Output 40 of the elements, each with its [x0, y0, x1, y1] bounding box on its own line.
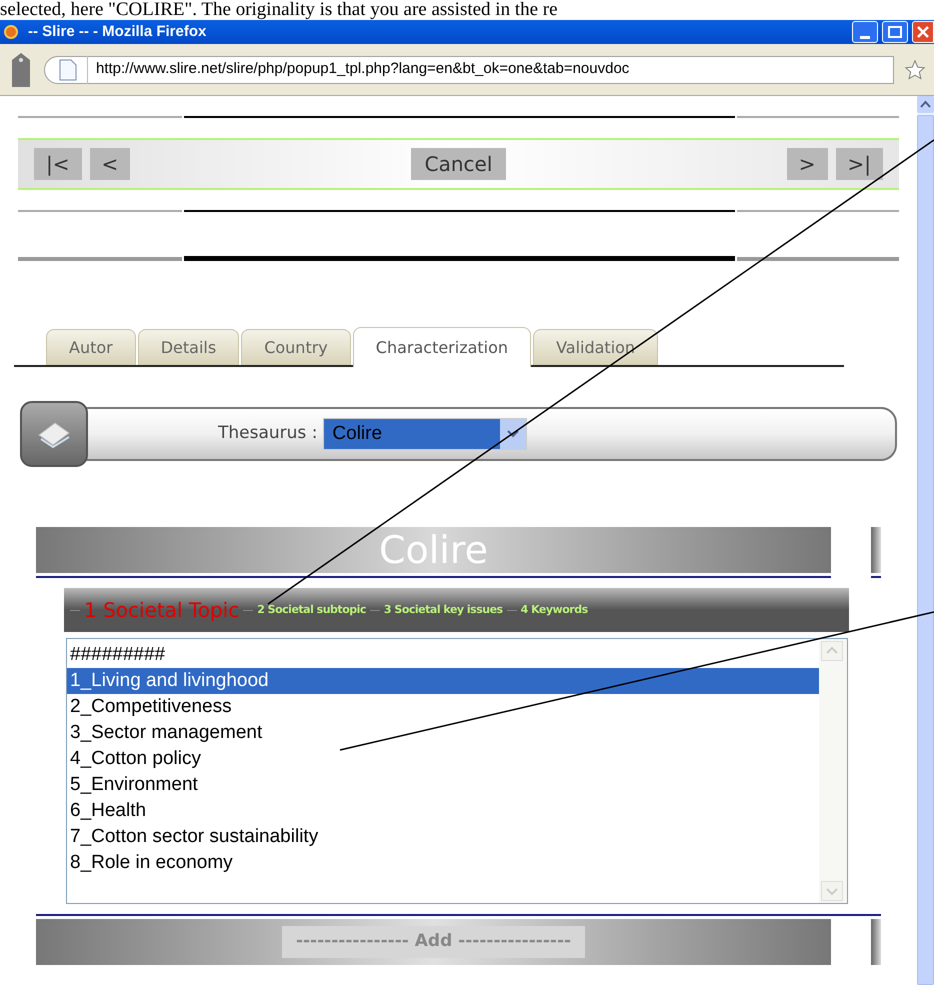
- tab[interactable]: Characterization: [352, 327, 532, 367]
- cancel-button[interactable]: Cancel: [410, 148, 506, 180]
- thesaurus-select[interactable]: Colire: [323, 418, 528, 450]
- window-title: -- Slire -- - Mozilla Firefox: [28, 24, 206, 40]
- dropdown-caret-icon: [507, 430, 520, 438]
- step-link[interactable]: 4 Keywords: [520, 602, 588, 618]
- star-icon[interactable]: [904, 58, 926, 80]
- step-link[interactable]: 2 Societal subtopic: [257, 602, 366, 618]
- nav-button[interactable]: >|: [836, 148, 884, 180]
- close-icon: [917, 26, 929, 38]
- thesaurus-label: Thesaurus :: [218, 422, 318, 446]
- list-item[interactable]: 2_Competitiveness: [67, 694, 819, 720]
- list-item[interactable]: 3_Sector management: [67, 720, 819, 746]
- nav-button[interactable]: <: [90, 148, 130, 180]
- maximize-button[interactable]: [882, 21, 908, 43]
- tab[interactable]: Autor: [46, 329, 136, 365]
- list-item[interactable]: 6_Health: [67, 798, 819, 824]
- scroll-up-icon[interactable]: [917, 96, 934, 113]
- address-field[interactable]: http://www.slire.net/slire/php/popup1_tpl.php?lang=en&bt_ok=one&tab=nouvdoc: [44, 56, 894, 84]
- list-item[interactable]: 8_Role in economy: [67, 850, 819, 876]
- close-button[interactable]: [912, 21, 934, 43]
- list-item[interactable]: 5_Environment: [67, 772, 819, 798]
- tab[interactable]: Country: [241, 329, 351, 365]
- firefox-logo-icon: [4, 25, 18, 39]
- nav-button[interactable]: >: [786, 148, 828, 180]
- url-text: http://www.slire.net/slire/php/popup1_tpl.php?lang=en&bt_ok=one&tab=nouvdoc: [96, 59, 630, 80]
- step-link[interactable]: 3 Societal key issues: [384, 602, 503, 618]
- list-item[interactable]: #########: [67, 642, 819, 668]
- list-item[interactable]: 4_Cotton policy: [67, 746, 819, 772]
- page-icon: [59, 58, 77, 80]
- list-item[interactable]: 7_Cotton sector sustainability: [67, 824, 819, 850]
- side-block: [871, 527, 881, 573]
- tab[interactable]: Validation: [533, 329, 658, 365]
- nav-button[interactable]: |<: [34, 148, 82, 180]
- list-item[interactable]: 1_Living and livinghood: [67, 668, 819, 694]
- document-caption: selected, here "COLIRE". The originality is that you are assisted in the re: [0, 0, 559, 20]
- side-block: [871, 919, 881, 965]
- topic-list[interactable]: ######### 1_Living and livinghood 2_Competitiveness 3_Sector management 4_Cotton policy 5_Environment 6_Health 7_Cotton sector sustainability 8_Role in economy: [66, 638, 848, 904]
- tab[interactable]: Details: [138, 329, 240, 365]
- minimize-button[interactable]: [852, 21, 878, 43]
